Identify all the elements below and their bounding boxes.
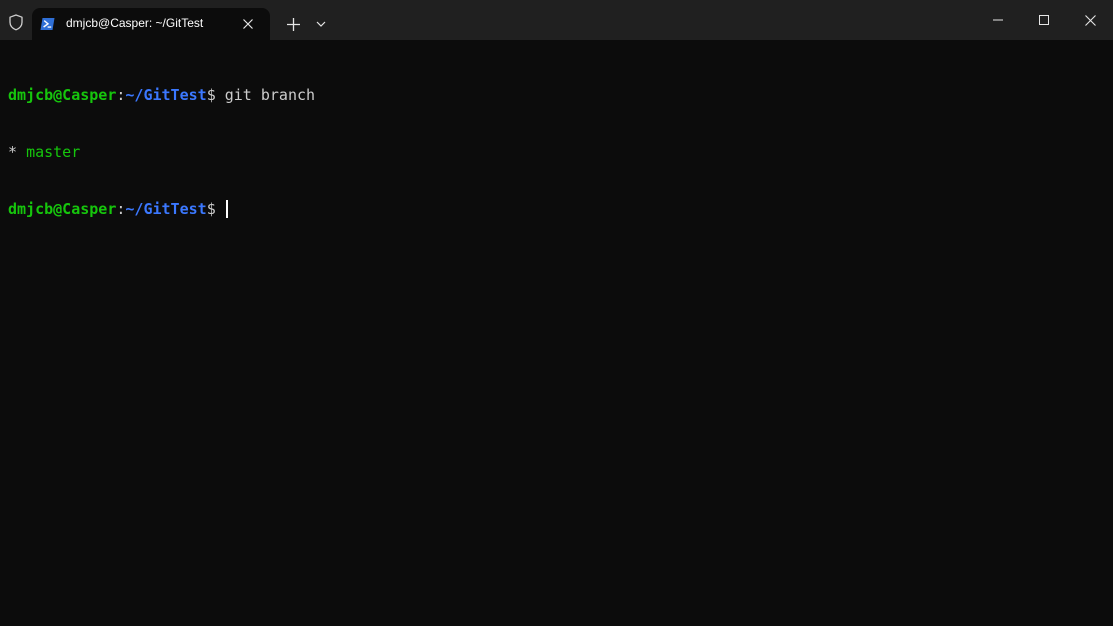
prompt-dollar: $ <box>206 200 216 218</box>
branch-name: master <box>26 143 81 161</box>
terminal-window: dmjcb@Casper: ~/GitTest dmjcb@Casper:~/G… <box>0 0 1113 626</box>
close-icon[interactable] <box>1067 0 1113 40</box>
terminal-line: dmjcb@Casper:~/GitTest$ git branch <box>8 86 1105 105</box>
prompt-path: ~/GitTest <box>125 86 207 104</box>
tab-title: dmjcb@Casper: ~/GitTest <box>66 16 204 30</box>
terminal-output[interactable]: dmjcb@Casper:~/GitTest$ git branch * mas… <box>8 48 1105 618</box>
prompt-user: dmjcb@Casper <box>8 200 117 218</box>
minimize-icon[interactable] <box>975 0 1021 40</box>
terminal-line: * master <box>8 143 1105 162</box>
plus-icon[interactable] <box>279 11 307 37</box>
terminal-line: dmjcb@Casper:~/GitTest$ <box>8 200 1105 219</box>
maximize-icon[interactable] <box>1021 0 1067 40</box>
close-icon[interactable] <box>238 14 258 34</box>
prompt-path: ~/GitTest <box>125 200 207 218</box>
text-cursor <box>225 200 228 218</box>
prompt-user: dmjcb@Casper <box>8 86 117 104</box>
tab-active[interactable]: dmjcb@Casper: ~/GitTest <box>32 8 270 40</box>
title-bar: dmjcb@Casper: ~/GitTest <box>0 0 1113 40</box>
prompt-dollar: $ <box>206 86 216 104</box>
powershell-icon <box>40 16 55 31</box>
shield-icon[interactable] <box>0 4 32 40</box>
branch-marker: * <box>8 143 27 161</box>
chevron-down-icon[interactable] <box>310 11 332 37</box>
command-text: git branch <box>215 86 316 104</box>
